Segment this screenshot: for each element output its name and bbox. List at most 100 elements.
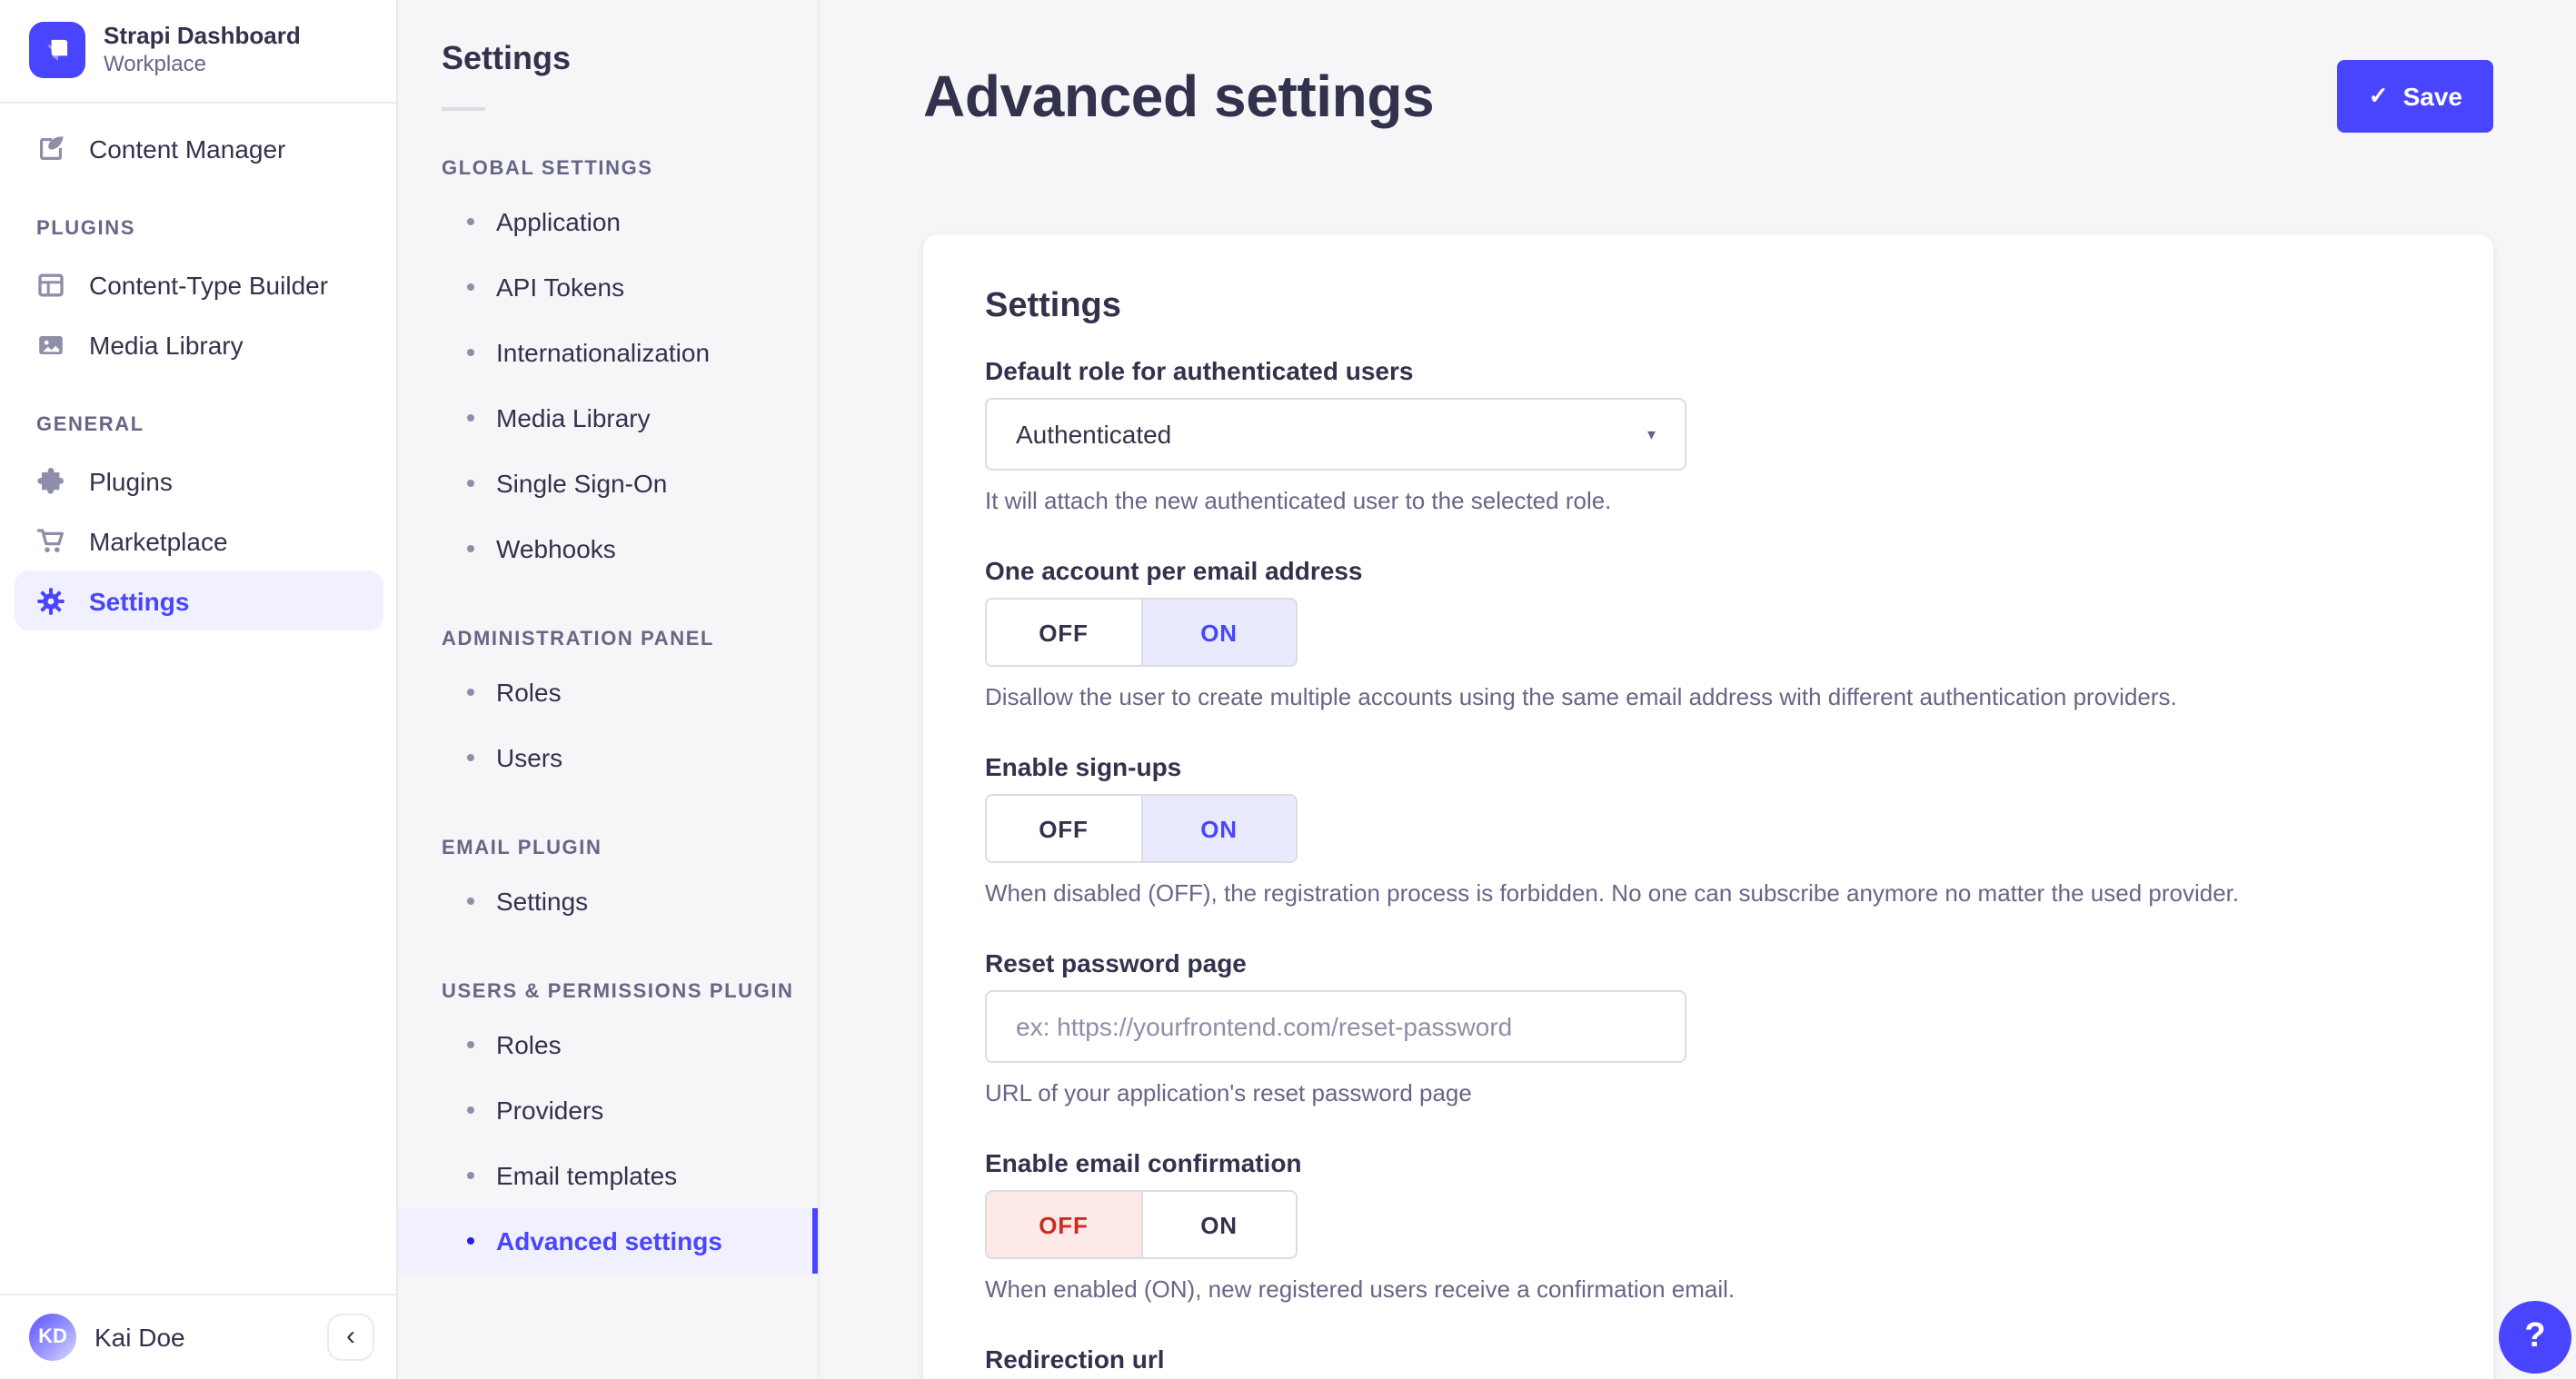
field-label: Default role for authenticated users: [985, 356, 1414, 385]
help-button[interactable]: ?: [2499, 1301, 2571, 1374]
field-label: Reset password page: [985, 948, 1247, 977]
bullet-icon: [467, 218, 474, 225]
field-label: Enable sign-ups: [985, 752, 1182, 781]
sidebar-item-label: Marketplace: [89, 526, 228, 555]
field-redirection-url: Redirection url: [985, 1344, 2432, 1379]
toggle-on-option[interactable]: ON: [1140, 600, 1296, 665]
sidebar-section-general: GENERAL: [36, 414, 144, 436]
subnav-title: Settings: [442, 40, 572, 76]
field-hint: When enabled (ON), new registered users …: [985, 1275, 1736, 1303]
field-hint: Disallow the user to create multiple acc…: [985, 683, 2177, 710]
sidebar-item-label: Content-Type Builder: [89, 270, 329, 299]
bullet-icon: [467, 1237, 474, 1245]
sidebar-item-media-library[interactable]: Media Library: [15, 314, 383, 374]
sidebar-item-label: Plugins: [89, 466, 173, 495]
unique-email-toggle: OFF ON: [985, 598, 1298, 667]
subnav-item-label: Users: [496, 743, 563, 772]
field-sign-ups: Enable sign-ups OFF ON When disabled (OF…: [985, 752, 2432, 907]
gear-icon: [36, 586, 65, 615]
bullet-icon: [467, 754, 474, 761]
panel-title: Settings: [985, 287, 1121, 325]
subnav-item-label: Roles: [496, 1030, 562, 1059]
bullet-icon: [467, 1041, 474, 1048]
subnav-item-admin-roles[interactable]: Roles: [398, 660, 818, 725]
field-default-role: Default role for authenticated users Aut…: [985, 356, 2432, 514]
subnav-item-api-tokens[interactable]: API Tokens: [398, 254, 818, 320]
field-unique-email: One account per email address OFF ON Dis…: [985, 556, 2432, 710]
sidebar-item-plugins[interactable]: Plugins: [15, 451, 383, 511]
subnav-item-email-settings[interactable]: Settings: [398, 868, 818, 934]
sidebar-item-settings[interactable]: Settings: [15, 570, 383, 630]
main-sidebar: Strapi Dashboard Workplace Content Manag…: [0, 0, 398, 1379]
subnav-group: Roles Users: [398, 660, 818, 790]
sidebar-footer: KD Kai Doe ‹: [0, 1294, 396, 1379]
strapi-logo-icon: [29, 22, 85, 78]
toggle-on-option[interactable]: ON: [1140, 796, 1296, 861]
subnav-item-email-templates[interactable]: Email templates: [398, 1143, 818, 1208]
subnav-section-email-plugin: EMAIL PLUGIN: [442, 838, 602, 859]
toggle-off-option[interactable]: OFF: [987, 796, 1140, 861]
sidebar-item-label: Content Manager: [89, 134, 286, 163]
email-confirmation-toggle: OFF ON: [985, 1190, 1298, 1259]
shopping-cart-icon: [36, 526, 65, 555]
toggle-off-option[interactable]: OFF: [987, 600, 1140, 665]
select-value: Authenticated: [1016, 420, 1172, 449]
subnav-item-admin-users[interactable]: Users: [398, 725, 818, 790]
main-content: Advanced settings ✓ Save Settings Defaul…: [820, 0, 2576, 1379]
subnav-item-providers[interactable]: Providers: [398, 1077, 818, 1143]
save-button[interactable]: ✓ Save: [2337, 60, 2493, 133]
field-hint: It will attach the new authenticated use…: [985, 487, 1612, 514]
subnav-item-internationalization[interactable]: Internationalization: [398, 320, 818, 385]
bullet-icon: [467, 283, 474, 291]
workspace-brand[interactable]: Strapi Dashboard Workplace: [0, 0, 396, 104]
sidebar-item-label: Settings: [89, 586, 190, 615]
subnav-item-advanced-settings[interactable]: Advanced settings: [398, 1208, 818, 1274]
subnav-item-label: Application: [496, 207, 621, 236]
field-label: Redirection url: [985, 1344, 1165, 1374]
sidebar-nav: Content Manager PLUGINS Content-Type Bui…: [0, 104, 396, 1294]
collapse-sidebar-button[interactable]: ‹: [327, 1314, 374, 1361]
settings-subnav: Settings GLOBAL SETTINGS Application API…: [398, 0, 820, 1379]
default-role-select[interactable]: Authenticated ▾: [985, 398, 1686, 471]
sidebar-item-content-type-builder[interactable]: Content-Type Builder: [15, 254, 383, 314]
subnav-item-label: Internationalization: [496, 338, 711, 367]
brand-text: Strapi Dashboard Workplace: [104, 22, 301, 78]
subnav-item-up-roles[interactable]: Roles: [398, 1012, 818, 1077]
subnav-item-application[interactable]: Application: [398, 189, 818, 254]
avatar: KD: [29, 1314, 76, 1361]
subnav-item-label: Webhooks: [496, 534, 616, 563]
subnav-item-label: Roles: [496, 678, 562, 707]
toggle-on-option[interactable]: ON: [1140, 1192, 1296, 1257]
subnav-item-single-sign-on[interactable]: Single Sign-On: [398, 451, 818, 516]
save-button-label: Save: [2402, 82, 2462, 111]
field-hint: When disabled (OFF), the registration pr…: [985, 879, 2240, 907]
page-title: Advanced settings: [923, 63, 1435, 128]
reset-password-input[interactable]: [985, 990, 1686, 1063]
subnav-item-webhooks[interactable]: Webhooks: [398, 516, 818, 581]
settings-panel: Settings Default role for authenticated …: [923, 234, 2493, 1379]
toggle-off-option[interactable]: OFF: [987, 1192, 1140, 1257]
subnav-item-media-library[interactable]: Media Library: [398, 385, 818, 451]
subnav-item-label: Single Sign-On: [496, 469, 668, 498]
sidebar-item-marketplace[interactable]: Marketplace: [15, 511, 383, 570]
field-label: One account per email address: [985, 556, 1363, 585]
subnav-item-label: Advanced settings: [496, 1226, 722, 1255]
sidebar-item-label: Media Library: [89, 330, 244, 359]
chevron-down-icon: ▾: [1646, 424, 1656, 442]
user-name: Kai Doe: [94, 1323, 185, 1352]
bullet-icon: [467, 898, 474, 905]
page-header: Advanced settings ✓ Save: [923, 60, 2493, 133]
image-icon: [36, 330, 65, 359]
feather-pen-icon: [36, 134, 65, 163]
sidebar-item-content-manager[interactable]: Content Manager: [15, 118, 383, 178]
subnav-item-label: Email templates: [496, 1161, 678, 1190]
check-icon: ✓: [2368, 82, 2389, 109]
subnav-section-global-settings: GLOBAL SETTINGS: [442, 158, 653, 180]
subnav-item-label: Settings: [496, 887, 589, 916]
field-reset-password: Reset password page URL of your applicat…: [985, 948, 2432, 1106]
subnav-item-label: Media Library: [496, 403, 651, 432]
bullet-icon: [467, 349, 474, 356]
subnav-group: Application API Tokens Internationalizat…: [398, 189, 818, 581]
workspace-title: Strapi Dashboard: [104, 22, 301, 49]
field-email-confirmation: Enable email confirmation OFF ON When en…: [985, 1148, 2432, 1303]
